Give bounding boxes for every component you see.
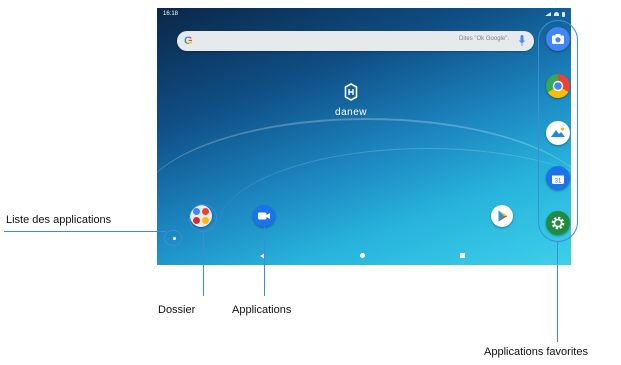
annotation-line bbox=[264, 227, 265, 296]
google-search-bar[interactable]: G Dites "Ok Google". bbox=[177, 31, 534, 51]
annotation-line bbox=[557, 242, 558, 342]
status-bar: 16:18 bbox=[157, 8, 571, 20]
video-camera-glyph bbox=[258, 212, 270, 220]
calendar-icon[interactable]: 31 bbox=[546, 166, 570, 190]
annotation-line bbox=[4, 231, 166, 232]
brand-name: danew bbox=[335, 107, 367, 118]
status-icons bbox=[545, 11, 565, 17]
camera-icon[interactable] bbox=[546, 27, 570, 51]
status-time: 16:18 bbox=[163, 11, 179, 17]
annotation-app-list: Liste des applications bbox=[6, 214, 112, 226]
camera-glyph bbox=[552, 34, 564, 44]
annotation-favorites: Applications favorites bbox=[484, 346, 588, 358]
mic-icon[interactable] bbox=[519, 35, 525, 47]
wifi-icon bbox=[554, 12, 559, 16]
tablet-screen: 16:18 G Dites "Ok Google". danew bbox=[157, 8, 571, 265]
battery-icon bbox=[562, 11, 565, 17]
chrome-glyph bbox=[552, 80, 564, 92]
navigation-bar bbox=[157, 248, 571, 264]
search-hint: Dites "Ok Google". bbox=[459, 36, 509, 42]
chrome-icon[interactable] bbox=[546, 74, 570, 98]
google-icon: G bbox=[184, 35, 193, 47]
play-store-glyph bbox=[498, 210, 508, 222]
play-store-icon[interactable] bbox=[491, 205, 513, 227]
calendar-glyph: 31 bbox=[552, 172, 564, 184]
settings-icon[interactable] bbox=[546, 211, 570, 235]
danew-logo-icon bbox=[344, 83, 358, 101]
annotation-folder: Dossier bbox=[158, 304, 196, 316]
gallery-glyph bbox=[551, 127, 565, 137]
brand-logo: danew bbox=[326, 83, 376, 118]
gallery-icon[interactable] bbox=[546, 121, 570, 145]
home-icon[interactable] bbox=[360, 253, 365, 258]
signal-icon bbox=[545, 12, 551, 16]
recent-apps-icon[interactable] bbox=[460, 253, 465, 258]
folder-highlight bbox=[189, 204, 217, 232]
app-list-highlight bbox=[164, 230, 182, 246]
calendar-day: 31 bbox=[555, 178, 562, 184]
settings-glyph bbox=[551, 216, 565, 230]
annotation-line bbox=[203, 232, 204, 296]
video-camera-icon[interactable] bbox=[253, 205, 275, 227]
annotation-applications: Applications bbox=[232, 304, 292, 316]
